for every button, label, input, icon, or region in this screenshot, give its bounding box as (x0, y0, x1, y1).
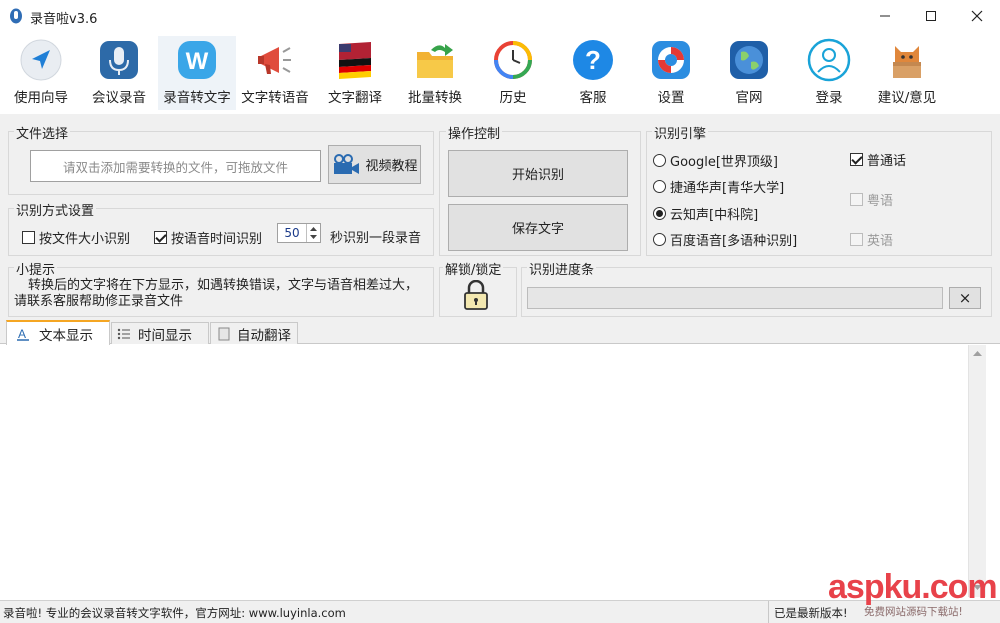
title-bar: 录音啦v3.6 (0, 0, 1000, 32)
radio-circle (653, 180, 666, 193)
stepper-arrows[interactable] (306, 224, 320, 242)
navigation-arrow-icon (20, 39, 62, 81)
megaphone-icon (258, 47, 291, 74)
microphone-icon (100, 41, 138, 79)
engine-option-google[interactable]: Google[世界顶级] (653, 151, 778, 170)
site-watermark: aspku.com 免费网站源码下载站! (828, 568, 998, 620)
minimize-button[interactable] (862, 0, 908, 32)
by-size-checkbox[interactable]: 按文件大小识别 (22, 228, 130, 247)
user-icon (807, 38, 851, 82)
mode-label: 识别方式设置 (14, 200, 97, 219)
seconds-value: 50 (284, 226, 300, 240)
chevron-up-icon[interactable] (969, 347, 986, 361)
close-icon (971, 10, 983, 22)
engine-option-jietong[interactable]: 捷通华声[青华大学] (653, 177, 784, 196)
radio-circle (653, 207, 666, 220)
list-icon (117, 328, 130, 339)
language-english-checkbox: 英语 (850, 230, 893, 249)
radio-circle (653, 233, 666, 246)
tips-text: 转换后的文字将在下方显示，如遇转换错误，文字与语音相差过大，请联系客服帮助修正录… (14, 278, 419, 309)
watermark-subtitle: 免费网站源码下载站! (864, 606, 963, 618)
lock-toggle[interactable] (462, 279, 490, 310)
svg-text:A: A (18, 327, 26, 341)
app-logo-icon (10, 8, 22, 24)
main-toolbar: 使用向导 会议录音 W 录音转文字 文字转语音 文字翻译 批量转换 历史 ? 客… (0, 32, 1000, 114)
progress-label: 识别进度条 (527, 259, 597, 278)
toolbar-settings[interactable]: 设置 (632, 36, 710, 110)
history-clock-icon (494, 41, 532, 79)
globe-icon (730, 41, 768, 79)
save-text-button[interactable]: 保存文字 (448, 204, 628, 251)
svg-text:?: ? (585, 45, 601, 75)
start-recognition-button[interactable]: 开始识别 (448, 150, 628, 197)
video-tutorial-button[interactable]: 视频教程 (328, 145, 421, 184)
operation-label: 操作控制 (446, 123, 503, 142)
chevron-down-icon (310, 235, 317, 239)
lock-label: 解锁/锁定 (443, 259, 504, 278)
progress-bar (527, 287, 943, 309)
lifebuoy-icon (652, 41, 690, 79)
video-camera-icon (334, 153, 360, 174)
by-time-checkbox[interactable]: 按语音时间识别 (154, 228, 262, 247)
status-divider (768, 601, 769, 623)
radio-circle (653, 154, 666, 167)
tab-text-display[interactable]: A 文本显示 (6, 320, 110, 345)
seconds-suffix: 秒识别一段录音 (330, 231, 422, 246)
checkbox-box (850, 153, 863, 166)
toolbar-history[interactable]: 历史 (474, 36, 552, 110)
toolbar-feedback[interactable]: 建议/意见 (868, 36, 946, 110)
status-left: 录音啦! 专业的会议录音转文字软件，官方网址: www.luyinla.com (3, 606, 346, 620)
cat-box-icon (893, 46, 921, 78)
w-badge-icon: W (178, 41, 216, 79)
tips-label: 小提示 (14, 259, 58, 278)
chevron-up-icon (310, 227, 317, 231)
svg-text:W: W (186, 48, 209, 75)
help-question-icon: ? (573, 40, 613, 80)
document-icon (218, 327, 230, 340)
flags-icon (339, 42, 371, 79)
progress-cancel-button[interactable]: × (949, 287, 981, 309)
engine-option-baidu[interactable]: 百度语音[多语种识别] (653, 230, 797, 249)
toolbar-website[interactable]: 官网 (710, 36, 788, 110)
toolbar-text-to-speech[interactable]: 文字转语音 (236, 36, 314, 110)
text-output-area[interactable] (2, 345, 968, 597)
tab-auto-translate[interactable]: 自动翻译 (210, 322, 298, 344)
vertical-scrollbar[interactable] (968, 345, 986, 597)
text-format-icon: A (17, 327, 29, 341)
maximize-icon (926, 11, 936, 21)
toolbar-meeting-record[interactable]: 会议录音 (80, 36, 158, 110)
checkbox-box (22, 231, 35, 244)
file-drop-input[interactable]: 请双击添加需要转换的文件，可拖放文件 (30, 150, 321, 182)
maximize-button[interactable] (908, 0, 954, 32)
engine-option-yunzhisheng[interactable]: 云知声[中科院] (653, 204, 758, 223)
seconds-stepper[interactable]: 50 (277, 223, 321, 243)
folder-arrow-icon (417, 44, 453, 78)
toolbar-text-translate[interactable]: 文字翻译 (316, 36, 394, 110)
window-title: 录音啦v3.6 (30, 12, 98, 27)
padlock-icon (464, 279, 488, 310)
checkbox-box (154, 231, 167, 244)
toolbar-customer-service[interactable]: ? 客服 (554, 36, 632, 110)
engine-label: 识别引擎 (652, 123, 709, 142)
language-cantonese-checkbox: 粤语 (850, 190, 893, 209)
checkbox-box (850, 193, 863, 206)
checkbox-box (850, 233, 863, 246)
minimize-icon (880, 15, 890, 17)
toolbar-login[interactable]: 登录 (790, 36, 868, 110)
watermark-brand: aspku.com (828, 568, 998, 606)
output-tabs: A 文本显示 时间显示 自动翻译 (0, 320, 1000, 345)
language-mandarin-checkbox[interactable]: 普通话 (850, 150, 906, 169)
tab-time-display[interactable]: 时间显示 (111, 322, 209, 344)
file-select-label: 文件选择 (14, 123, 71, 142)
toolbar-guide[interactable]: 使用向导 (2, 36, 80, 110)
toolbar-batch-convert[interactable]: 批量转换 (396, 36, 474, 110)
close-button[interactable] (954, 0, 1000, 32)
toolbar-audio-to-text[interactable]: W 录音转文字 (158, 36, 236, 110)
